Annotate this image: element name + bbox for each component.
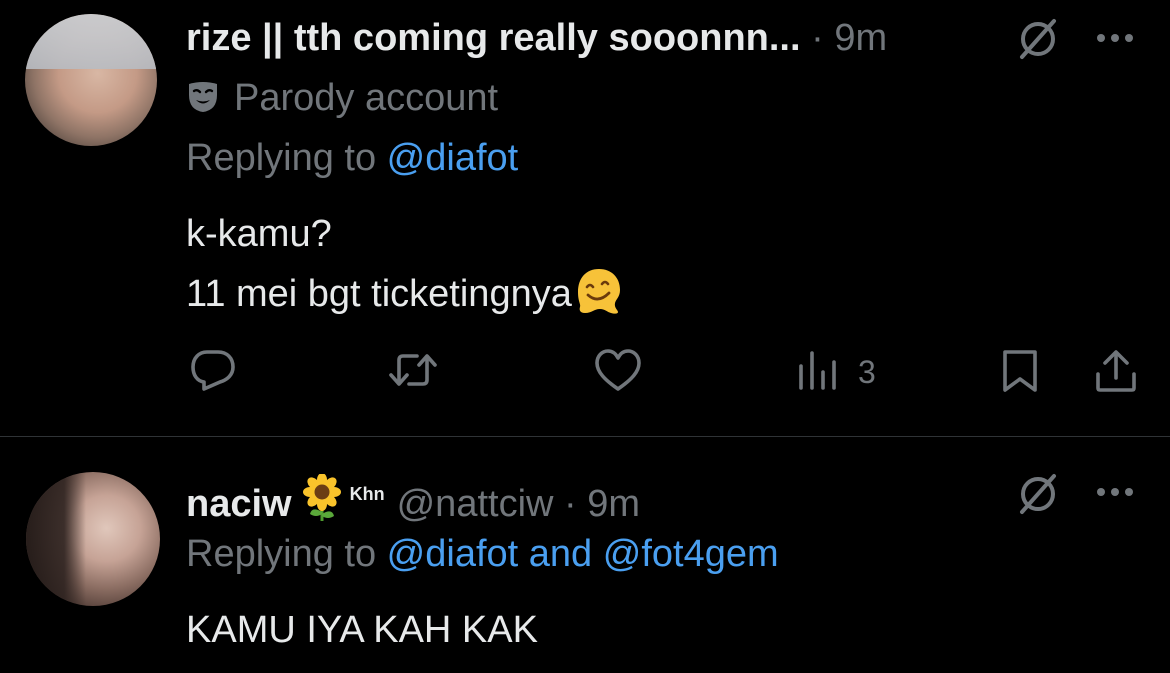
views-count: 3 [858, 354, 876, 390]
timestamp[interactable]: 9m [587, 483, 640, 525]
share-icon [1096, 350, 1136, 392]
melting-face-emoji [577, 269, 620, 314]
separator-dot: · [800, 17, 835, 59]
mention-link[interactable]: @fot4gem [603, 533, 779, 575]
parody-text: Parody account [234, 77, 499, 119]
replying-to: Replying to @diafot [186, 136, 518, 180]
bookmark-button[interactable] [998, 348, 1042, 396]
grok-icon[interactable] [1016, 17, 1060, 61]
retweet-button[interactable] [388, 348, 438, 396]
separator-dot: · [553, 483, 588, 525]
views-button[interactable]: 3 [796, 348, 876, 396]
more-icon[interactable] [1097, 32, 1137, 44]
parody-label: Parody account [186, 76, 498, 120]
handle[interactable]: @nattciw [397, 483, 554, 525]
share-button[interactable] [1093, 348, 1139, 396]
bookmark-icon [1003, 350, 1037, 392]
avatar[interactable] [25, 14, 157, 146]
more-icon[interactable] [1097, 486, 1137, 498]
display-name[interactable]: naciw [186, 483, 292, 525]
profile-badge: Khn [349, 484, 385, 504]
like-button[interactable] [594, 348, 642, 396]
replying-to: Replying to @diafot and @fot4gem [186, 532, 779, 576]
views-icon [799, 351, 836, 390]
mention-link[interactable]: @diafot [387, 137, 519, 179]
timestamp[interactable]: 9m [834, 17, 887, 59]
replying-prefix: Replying to [186, 137, 387, 179]
replying-prefix: Replying to [186, 533, 387, 575]
reply-button[interactable] [190, 348, 236, 396]
like-icon [595, 349, 641, 391]
tweet-header: naciw Khn @nattciw · 9m [186, 472, 640, 526]
sunflower-emoji [302, 474, 341, 521]
tweet-text-line: 11 mei bgt ticketingnya [186, 273, 572, 315]
display-name[interactable]: rize || tth coming really sooonnn... [186, 17, 801, 59]
mention-joiner: and [518, 533, 603, 575]
retweet-icon [389, 354, 437, 386]
tweet-header: rize || tth coming really sooonnn... · 9… [186, 16, 887, 60]
tweet-text-line: k-kamu? [186, 213, 332, 255]
reply-icon [191, 350, 235, 391]
avatar-photo [25, 14, 157, 70]
grok-icon[interactable] [1016, 472, 1060, 516]
avatar[interactable] [26, 472, 160, 606]
tweet-1[interactable]: rize || tth coming really sooonnn... · 9… [0, 0, 1170, 436]
tweet-text-line: KAMU IYA KAH KAK [186, 609, 538, 651]
mask-icon [189, 82, 217, 112]
tweet-text: k-kamu? 11 mei bgt ticketingnya [186, 204, 624, 324]
tweet-divider [0, 436, 1170, 437]
avatar-photo [26, 472, 87, 606]
mention-link[interactable]: @diafot [387, 533, 519, 575]
tweet-text: KAMU IYA KAH KAK [186, 600, 538, 660]
